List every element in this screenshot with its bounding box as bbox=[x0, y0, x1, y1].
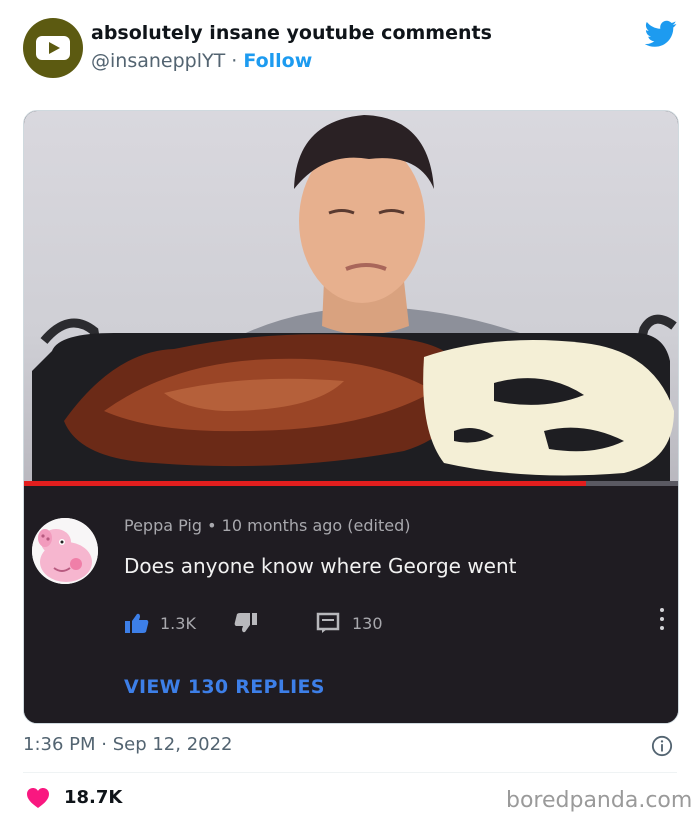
comment-bubble-icon bbox=[316, 612, 340, 633]
handle-row: @insanepplYT · Follow bbox=[91, 50, 312, 72]
peppa-pig-face-icon bbox=[32, 518, 98, 584]
tweet-card: absolutely insane youtube comments @insa… bbox=[0, 0, 700, 825]
youtube-comment: Peppa Pig • 10 months ago (edited) Does … bbox=[24, 486, 678, 723]
account-avatar[interactable] bbox=[23, 18, 83, 78]
tweet-media[interactable]: Peppa Pig • 10 months ago (edited) Does … bbox=[23, 110, 679, 724]
reply-count-button[interactable]: 130 bbox=[316, 612, 383, 634]
separator: · bbox=[231, 50, 238, 72]
heart-icon[interactable] bbox=[26, 787, 50, 809]
video-frame bbox=[24, 111, 678, 483]
peppa-pig-avatar[interactable] bbox=[32, 518, 98, 584]
follow-button[interactable]: Follow bbox=[243, 50, 312, 72]
thumbs-down-icon bbox=[234, 613, 257, 633]
more-options-icon[interactable] bbox=[660, 608, 666, 634]
comment-posted: 10 months ago (edited) bbox=[221, 516, 411, 535]
like-button[interactable]: 1.3K bbox=[124, 612, 196, 634]
meta-separator: • bbox=[207, 516, 217, 535]
comment-reply-count: 130 bbox=[352, 613, 383, 633]
dislike-button[interactable] bbox=[234, 612, 258, 634]
display-name[interactable]: absolutely insane youtube comments bbox=[91, 22, 492, 44]
comment-text: Does anyone know where George went bbox=[124, 554, 517, 578]
comment-meta: Peppa Pig • 10 months ago (edited) bbox=[124, 516, 411, 535]
account-handle[interactable]: @insanepplYT bbox=[91, 50, 225, 72]
view-replies-button[interactable]: VIEW 130 REPLIES bbox=[124, 676, 325, 698]
youtube-play-icon bbox=[36, 36, 70, 60]
tweet-like-count[interactable]: 18.7K bbox=[64, 787, 122, 808]
twitter-bird-icon[interactable] bbox=[645, 20, 677, 48]
video-still-image bbox=[32, 115, 677, 483]
comment-author[interactable]: Peppa Pig bbox=[124, 516, 202, 535]
watermark: boredpanda.com bbox=[506, 788, 693, 813]
info-icon[interactable] bbox=[651, 735, 673, 757]
divider bbox=[23, 772, 677, 773]
comment-like-count: 1.3K bbox=[160, 613, 196, 633]
tweet-timestamp[interactable]: 1:36 PM · Sep 12, 2022 bbox=[23, 734, 233, 755]
thumbs-up-icon bbox=[125, 613, 149, 633]
